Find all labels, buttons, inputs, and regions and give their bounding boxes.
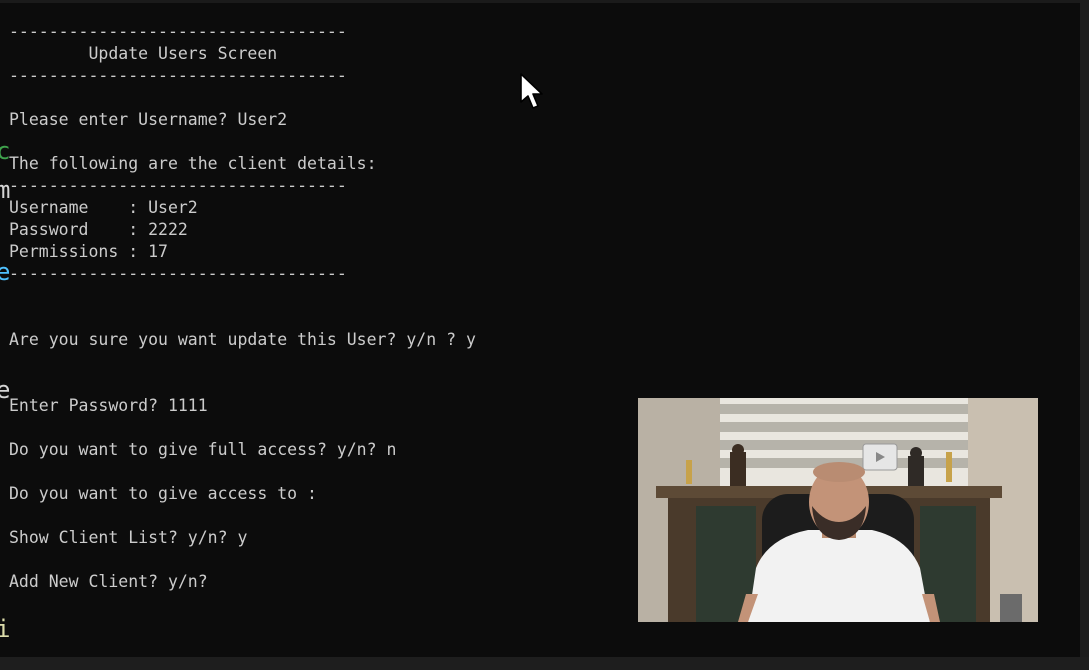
editor-edge-glyph: i [0,615,11,643]
add-new-client-prompt[interactable]: Add New Client? y/n? [9,571,208,593]
mouse-pointer-icon [520,73,543,109]
separator-line: ---------------------------------- [9,176,347,195]
separator-line: ---------------------------------- [9,22,347,41]
presenter-video-icon [638,398,1038,622]
details-heading: The following are the client details: [9,154,377,173]
password-prompt: Enter Password? 1111 [9,396,208,415]
webcam-overlay [638,398,1038,622]
screen-title: Update Users Screen [9,44,278,63]
detail-username: Username : User2 [9,198,198,217]
confirm-update-prompt: Are you sure you want update this User? … [9,330,476,349]
show-client-list-prompt: Show Client List? y/n? y [9,528,248,547]
console-window[interactable]: c m e e i ------------------------------… [0,0,1089,670]
detail-permissions: Permissions : 17 [9,242,168,261]
full-access-prompt: Do you want to give full access? y/n? n [9,440,397,459]
username-prompt: Please enter Username? User2 [9,110,288,129]
separator-line: ---------------------------------- [9,264,347,283]
separator-line: ---------------------------------- [9,66,347,85]
window-right-edge [1080,0,1089,670]
detail-password: Password : 2222 [9,220,188,239]
window-top-edge [0,0,1089,3]
access-to-prompt: Do you want to give access to : [9,484,317,503]
window-bottom-edge [0,657,1089,670]
